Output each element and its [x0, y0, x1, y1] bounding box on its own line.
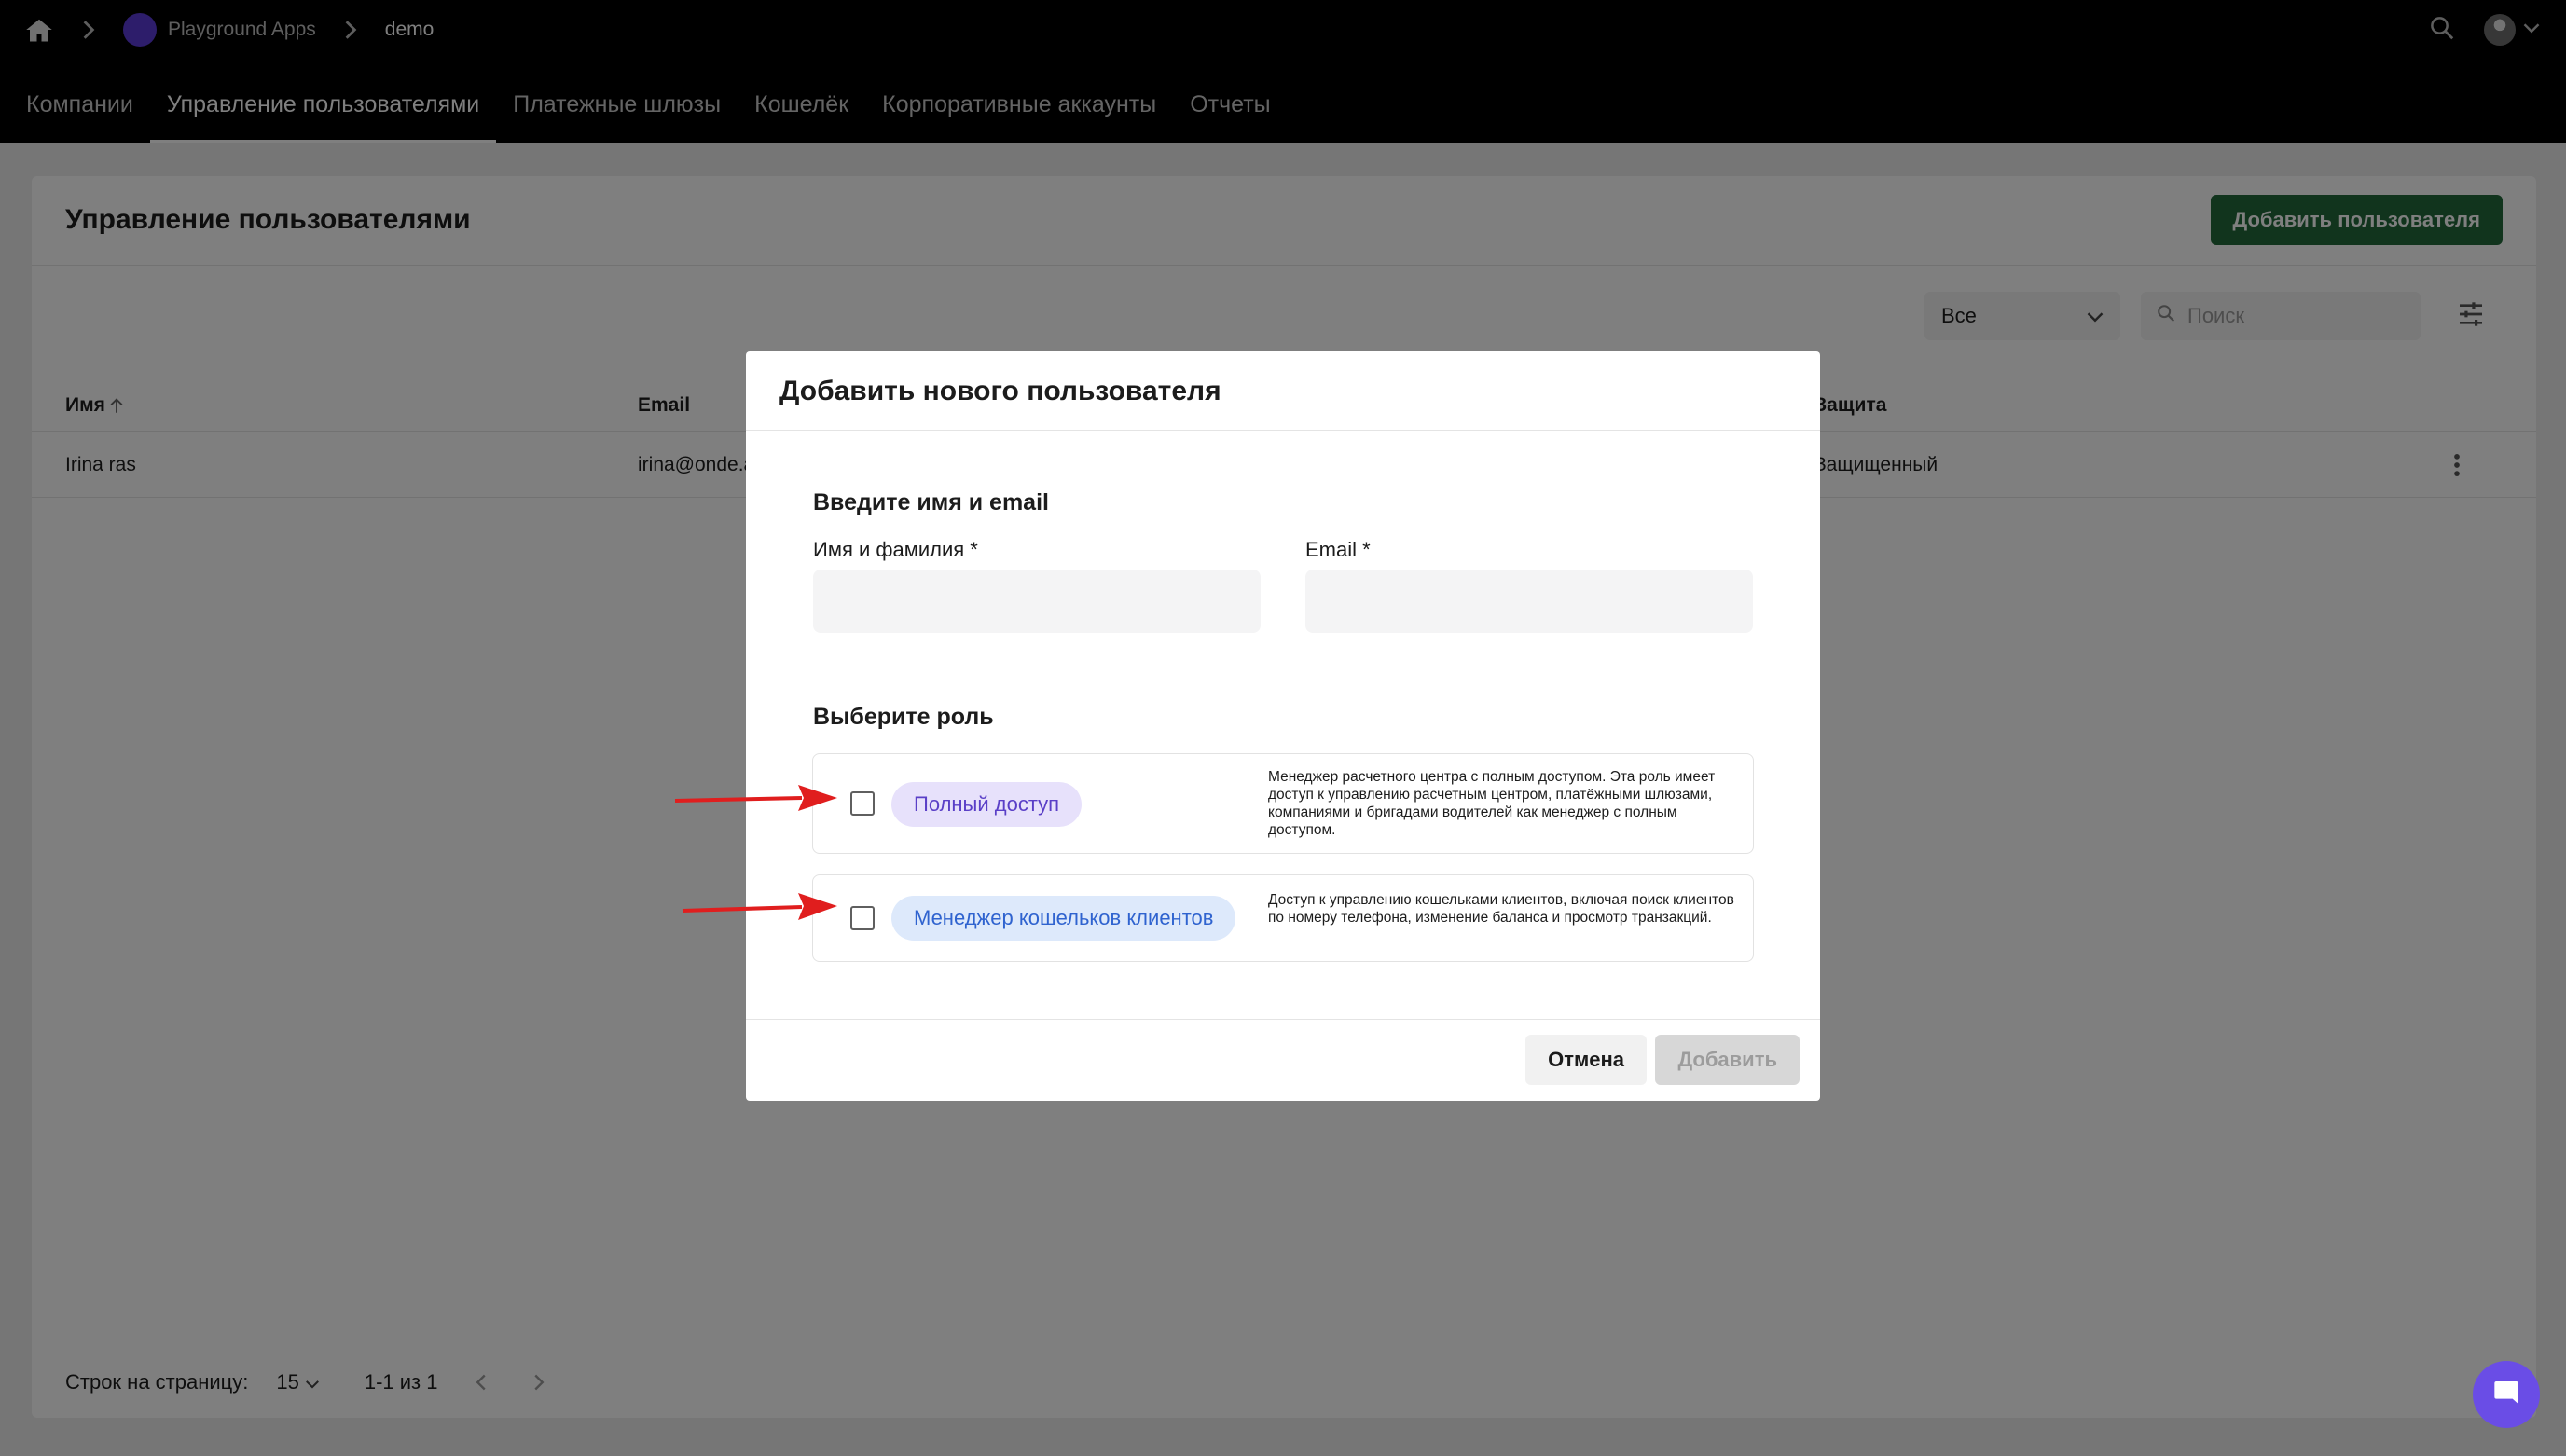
cancel-button[interactable]: Отмена: [1525, 1035, 1647, 1085]
role-chip-wallet-manager: Менеджер кошельков клиентов: [891, 896, 1236, 941]
role-section-title: Выберите роль: [813, 704, 994, 730]
email-field-label: Email *: [1305, 538, 1371, 561]
chat-icon: [2491, 1378, 2521, 1412]
email-field[interactable]: [1305, 570, 1753, 633]
dialog-header: Добавить нового пользователя: [746, 351, 1820, 431]
name-email-section-title: Введите имя и email: [813, 489, 1049, 515]
role-chip-full-access: Полный доступ: [891, 782, 1083, 827]
dialog-title: Добавить нового пользователя: [779, 376, 1221, 406]
chat-button[interactable]: [2473, 1361, 2540, 1428]
name-field[interactable]: [813, 570, 1261, 633]
role-option-full-access[interactable]: Полный доступ Менеджер расчетного центра…: [812, 753, 1754, 854]
submit-add-button[interactable]: Добавить: [1655, 1035, 1800, 1085]
role-option-wallet-manager[interactable]: Менеджер кошельков клиентов Доступ к упр…: [812, 874, 1754, 962]
role-checkbox-wallet-manager[interactable]: [850, 906, 875, 930]
annotation-arrow-icon: [674, 785, 837, 811]
name-field-label: Имя и фамилия *: [813, 538, 978, 561]
role-checkbox-full-access[interactable]: [850, 791, 875, 816]
role-description-wallet-manager: Доступ к управлению кошельками клиентов,…: [1268, 892, 1734, 926]
add-user-dialog: Добавить нового пользователя Введите имя…: [746, 351, 1820, 1101]
dialog-footer: Отмена Добавить: [746, 1019, 1820, 1101]
annotation-arrow-icon: [682, 893, 837, 920]
role-description-full-access: Менеджер расчетного центра с полным дост…: [1268, 769, 1716, 838]
